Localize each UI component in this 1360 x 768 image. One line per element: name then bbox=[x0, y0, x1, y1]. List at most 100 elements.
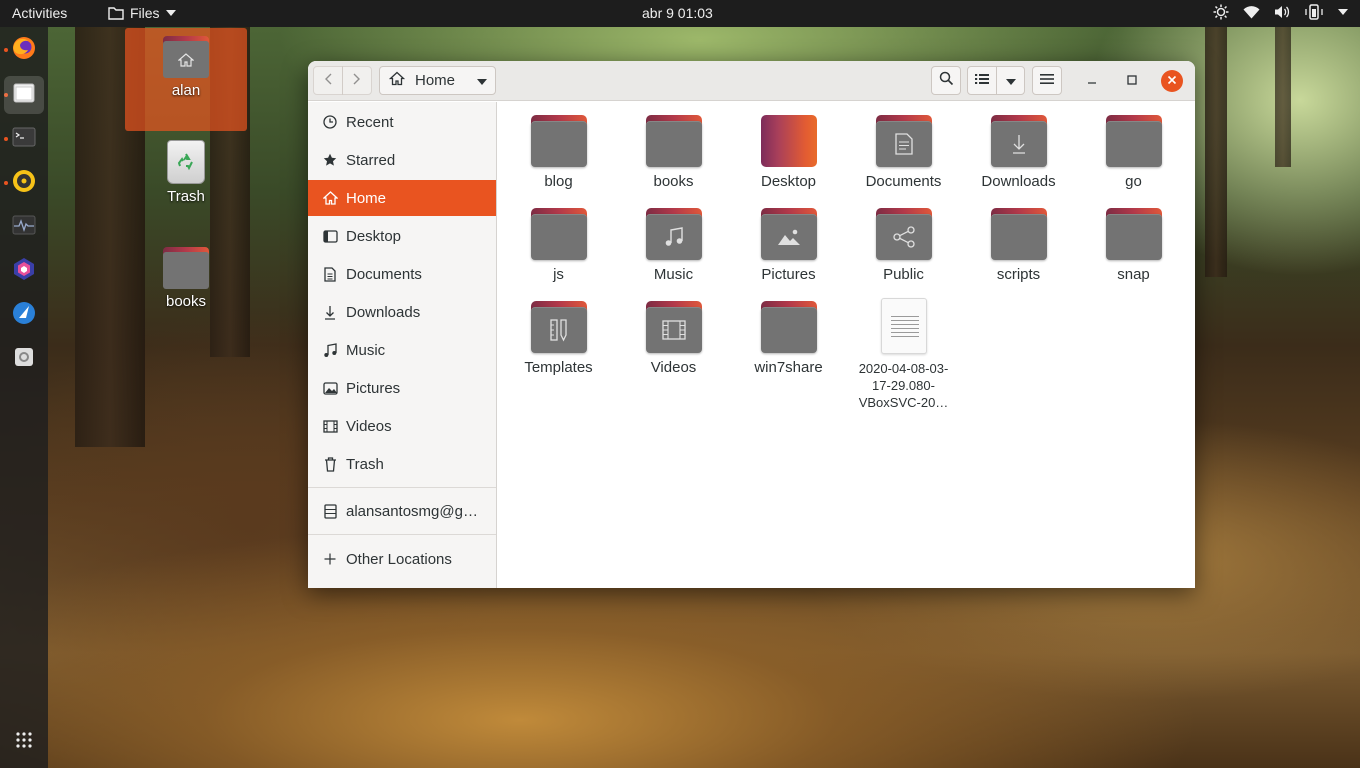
dock-files[interactable] bbox=[4, 76, 44, 114]
minimize-button[interactable] bbox=[1081, 70, 1103, 92]
clock[interactable]: abr 9 01:03 bbox=[642, 5, 713, 21]
app-icon bbox=[12, 257, 36, 286]
sidebar-item-documents[interactable]: Documents bbox=[308, 256, 496, 292]
hamburger-menu-icon bbox=[1040, 72, 1054, 90]
network-drive-icon bbox=[322, 503, 338, 519]
sidebar-item-downloads[interactable]: Downloads bbox=[308, 294, 496, 330]
file-item-public[interactable]: Public bbox=[846, 208, 961, 283]
dock-firefox[interactable] bbox=[4, 31, 44, 69]
sidebar-item-label: Pictures bbox=[346, 379, 401, 397]
videos-folder-icon bbox=[645, 301, 702, 353]
dock-app[interactable] bbox=[4, 252, 44, 290]
file-name: Templates bbox=[524, 359, 593, 376]
file-name: go bbox=[1125, 173, 1142, 190]
sidebar-item-videos[interactable]: Videos bbox=[308, 408, 496, 444]
file-item-go[interactable]: go bbox=[1076, 115, 1191, 190]
file-item-vboxsvc-log[interactable]: 2020-04-08-03- 17-29.080- VBoxSVC-20… bbox=[846, 298, 961, 411]
search-button[interactable] bbox=[931, 66, 961, 95]
public-folder-icon bbox=[875, 208, 932, 260]
file-item-js[interactable]: js bbox=[501, 208, 616, 283]
tree-trunk bbox=[1205, 27, 1227, 277]
file-name: Desktop bbox=[760, 173, 817, 190]
sidebar-item-home[interactable]: Home bbox=[308, 180, 496, 216]
path-bar-label: Home bbox=[415, 72, 456, 89]
close-button[interactable] bbox=[1161, 70, 1183, 92]
chevron-down-icon bbox=[165, 10, 176, 16]
activities-button[interactable]: Activities bbox=[12, 5, 67, 21]
text-file-icon bbox=[880, 298, 927, 354]
file-item-downloads[interactable]: Downloads bbox=[961, 115, 1076, 190]
view-list-button[interactable] bbox=[967, 66, 997, 95]
dock-settings[interactable] bbox=[4, 340, 44, 378]
search-icon bbox=[939, 71, 954, 91]
music-folder-icon bbox=[645, 208, 702, 260]
desktop-folder-icon bbox=[760, 115, 817, 167]
show-applications-button[interactable] bbox=[4, 723, 44, 761]
downloads-folder-icon bbox=[990, 115, 1047, 167]
sidebar-item-label: Trash bbox=[346, 455, 384, 473]
settings-icon bbox=[14, 347, 34, 372]
desktop-icon-home[interactable]: alan bbox=[125, 28, 247, 131]
chevron-down-icon bbox=[477, 72, 488, 90]
header-bar: Home bbox=[308, 61, 1195, 101]
file-name-line: VBoxSVC-20… bbox=[858, 395, 949, 410]
path-bar[interactable]: Home bbox=[379, 66, 496, 95]
system-status-area[interactable] bbox=[1213, 4, 1348, 20]
file-name: snap bbox=[1117, 266, 1150, 283]
chevron-right-icon bbox=[353, 72, 361, 90]
sidebar-item-pictures[interactable]: Pictures bbox=[308, 370, 496, 406]
desktop-icon-books[interactable]: books bbox=[125, 247, 247, 310]
volume-icon bbox=[1274, 5, 1290, 19]
clock-icon bbox=[322, 114, 338, 130]
dock-vscode[interactable] bbox=[4, 296, 44, 334]
file-item-desktop[interactable]: Desktop bbox=[731, 115, 846, 190]
sidebar-item-trash[interactable]: Trash bbox=[308, 446, 496, 482]
sidebar-item-network-drive[interactable]: alansantosmg@g… bbox=[308, 493, 496, 529]
file-item-music[interactable]: Music bbox=[616, 208, 731, 283]
plus-icon bbox=[322, 551, 338, 567]
sidebar-separator bbox=[308, 534, 496, 535]
file-item-books[interactable]: books bbox=[616, 115, 731, 190]
folder-icon bbox=[530, 115, 587, 167]
file-item-videos[interactable]: Videos bbox=[616, 301, 731, 376]
file-item-win7share[interactable]: win7share bbox=[731, 301, 846, 376]
desktop-icon-trash[interactable]: Trash bbox=[125, 140, 247, 205]
menu-button[interactable] bbox=[1032, 66, 1062, 95]
back-button[interactable] bbox=[313, 66, 343, 95]
file-item-blog[interactable]: blog bbox=[501, 115, 616, 190]
file-item-documents[interactable]: Documents bbox=[846, 115, 961, 190]
sidebar-item-other-locations[interactable]: Other Locations bbox=[308, 541, 496, 577]
sidebar-item-music[interactable]: Music bbox=[308, 332, 496, 368]
forward-button[interactable] bbox=[342, 66, 372, 95]
view-options-button[interactable] bbox=[996, 66, 1025, 95]
maximize-button[interactable] bbox=[1121, 70, 1143, 92]
file-item-scripts[interactable]: scripts bbox=[961, 208, 1076, 283]
sidebar-item-desktop[interactable]: Desktop bbox=[308, 218, 496, 254]
app-menu-button[interactable]: Files bbox=[108, 5, 176, 21]
dock-rhythmbox[interactable] bbox=[4, 164, 44, 202]
file-name: Documents bbox=[865, 173, 942, 190]
file-item-snap[interactable]: snap bbox=[1076, 208, 1191, 283]
dock-terminal[interactable] bbox=[4, 120, 44, 158]
sidebar-item-label: Music bbox=[346, 341, 386, 359]
file-name: Pictures bbox=[761, 266, 816, 283]
file-item-templates[interactable]: Templates bbox=[501, 301, 616, 376]
folder-icon bbox=[108, 6, 124, 20]
pictures-folder-icon bbox=[760, 208, 817, 260]
sidebar-item-label: Home bbox=[346, 189, 387, 207]
sidebar-item-recent[interactable]: Recent bbox=[308, 104, 496, 140]
dock-system-monitor[interactable] bbox=[4, 208, 44, 246]
trash-icon bbox=[167, 140, 205, 184]
file-item-pictures[interactable]: Pictures bbox=[731, 208, 846, 283]
sidebar-item-starred[interactable]: Starred bbox=[308, 142, 496, 178]
vscode-icon bbox=[12, 301, 36, 330]
firefox-icon bbox=[11, 35, 37, 66]
sidebar-item-label: Recent bbox=[346, 113, 394, 131]
templates-folder-icon bbox=[530, 301, 587, 353]
documents-folder-icon bbox=[875, 115, 932, 167]
file-view[interactable]: blog books Desktop Documents Downloads g… bbox=[498, 102, 1195, 588]
download-icon bbox=[322, 304, 338, 320]
grid-icon bbox=[15, 731, 33, 754]
desktop-icon bbox=[322, 228, 338, 244]
file-name: Music bbox=[653, 266, 694, 283]
